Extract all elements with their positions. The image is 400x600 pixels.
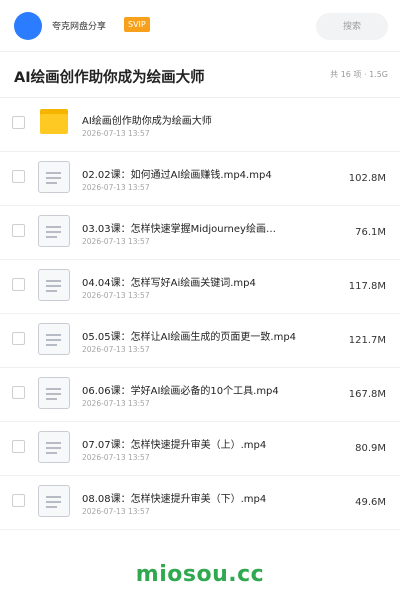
folder-header: AI绘画创作助你成为绘画大师 共 16 项 · 1.5G	[0, 52, 400, 98]
file-date: 2026-07-13 13:57	[82, 453, 150, 462]
file-name: 03.03课：怎样快速掌握Midjourney绘画…	[82, 224, 276, 235]
row-checkbox[interactable]	[12, 224, 25, 237]
document-icon	[38, 161, 70, 193]
file-size: 117.8M	[348, 281, 386, 292]
file-name: 05.05课：怎样让AI绘画生成的页面更一致.mp4	[82, 332, 297, 343]
folder-icon	[40, 109, 68, 134]
list-item[interactable]: 05.05课：怎样让AI绘画生成的页面更一致.mp4 2026-07-13 13…	[0, 314, 400, 368]
file-name: 04.04课：怎样写好Ai绘画关键词.mp4	[82, 278, 256, 289]
row-checkbox[interactable]	[12, 332, 25, 345]
file-size: 76.1M	[355, 227, 386, 238]
row-checkbox[interactable]	[12, 494, 25, 507]
top-bar: 夸克网盘分享 SVIP	[0, 0, 400, 52]
page-title: AI绘画创作助你成为绘画大师	[14, 70, 205, 86]
file-date: 2026-07-13 13:57	[82, 129, 150, 138]
file-size: 49.6M	[355, 497, 386, 508]
search-input[interactable]	[316, 13, 388, 40]
file-date: 2026-07-13 13:57	[82, 345, 150, 354]
file-size: 121.7M	[348, 335, 386, 346]
document-icon	[38, 431, 70, 463]
list-item[interactable]: 08.08课：怎样快速提升审美（下）.mp4 2026-07-13 13:57 …	[0, 476, 400, 530]
file-date: 2026-07-13 13:57	[82, 507, 150, 516]
file-size: 167.8M	[348, 389, 386, 400]
file-name: 02.02课：如何通过AI绘画赚钱.mp4.mp4	[82, 170, 272, 181]
row-checkbox[interactable]	[12, 170, 25, 183]
row-checkbox[interactable]	[12, 440, 25, 453]
document-icon	[38, 485, 70, 517]
row-checkbox[interactable]	[12, 386, 25, 399]
list-item[interactable]: 02.02课：如何通过AI绘画赚钱.mp4.mp4 2026-07-13 13:…	[0, 152, 400, 206]
list-item[interactable]: 07.07课：怎样快速提升审美（上）.mp4 2026-07-13 13:57 …	[0, 422, 400, 476]
file-list: AI绘画创作助你成为绘画大师 2026-07-13 13:57 02.02课：如…	[0, 98, 400, 530]
file-date: 2026-07-13 13:57	[82, 291, 150, 300]
file-date: 2026-07-13 13:57	[82, 183, 150, 192]
list-item[interactable]: AI绘画创作助你成为绘画大师 2026-07-13 13:57	[0, 98, 400, 152]
document-icon	[38, 215, 70, 247]
file-name: 08.08课：怎样快速提升审美（下）.mp4	[82, 494, 267, 505]
list-item[interactable]: 03.03课：怎样快速掌握Midjourney绘画… 2026-07-13 13…	[0, 206, 400, 260]
file-name: AI绘画创作助你成为绘画大师	[82, 116, 212, 127]
avatar[interactable]	[14, 12, 42, 40]
file-size: 80.9M	[355, 443, 386, 454]
row-checkbox[interactable]	[12, 278, 25, 291]
file-date: 2026-07-13 13:57	[82, 399, 150, 408]
file-size: 102.8M	[348, 173, 386, 184]
user-name: 夸克网盘分享	[52, 22, 107, 32]
document-icon	[38, 323, 70, 355]
svip-badge: SVIP	[124, 17, 150, 32]
folder-item-count: 共 16 项 · 1.5G	[330, 70, 388, 79]
row-checkbox[interactable]	[12, 116, 25, 129]
file-name: 07.07课：怎样快速提升审美（上）.mp4	[82, 440, 267, 451]
document-icon	[38, 377, 70, 409]
file-name: 06.06课：学好AI绘画必备的10个工具.mp4	[82, 386, 279, 397]
document-icon	[38, 269, 70, 301]
list-item[interactable]: 06.06课：学好AI绘画必备的10个工具.mp4 2026-07-13 13:…	[0, 368, 400, 422]
file-date: 2026-07-13 13:57	[82, 237, 150, 246]
list-item[interactable]: 04.04课：怎样写好Ai绘画关键词.mp4 2026-07-13 13:57 …	[0, 260, 400, 314]
watermark: miosou.cc	[135, 562, 265, 587]
